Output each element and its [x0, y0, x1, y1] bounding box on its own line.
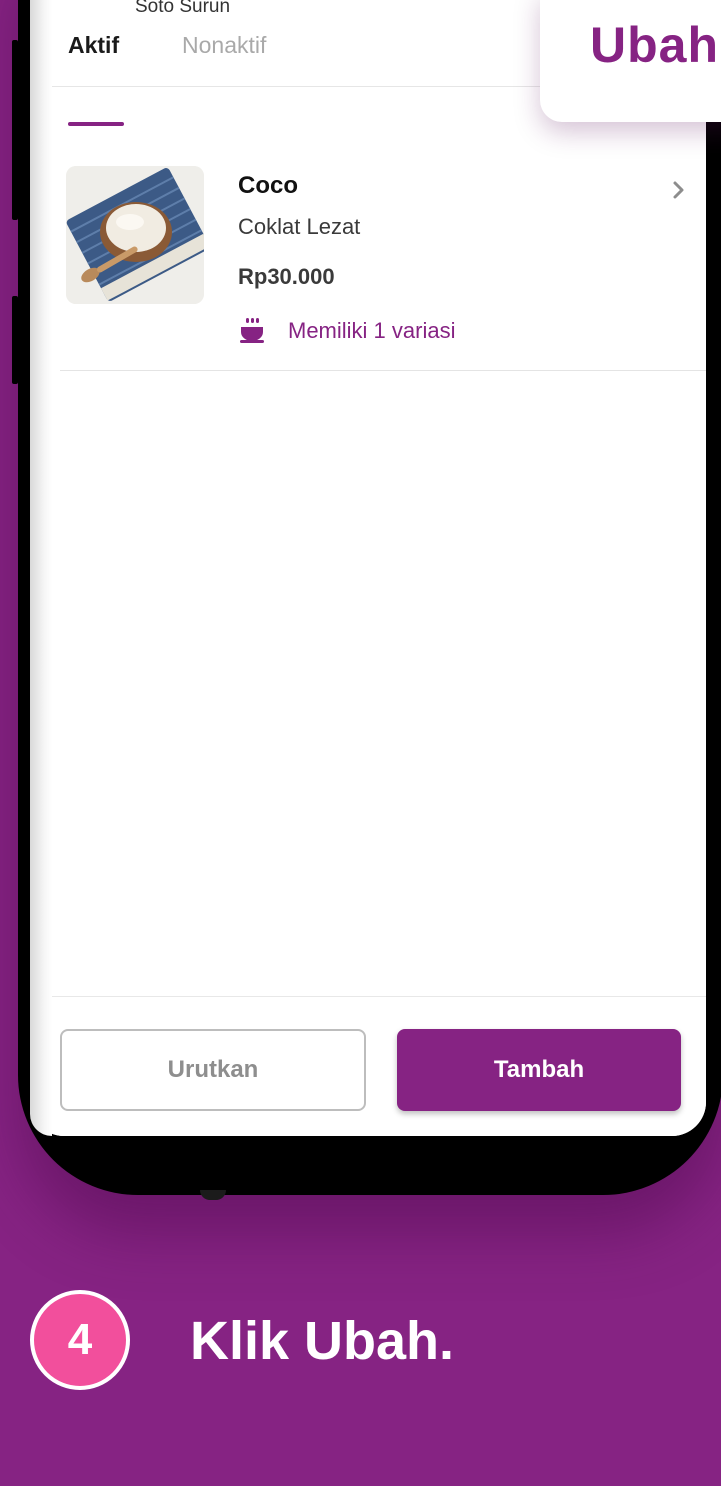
store-subtitle: Soto Surun [135, 0, 231, 17]
ubah-callout-zoom: Ubah [540, 0, 721, 122]
phone-bottom-notch [200, 1190, 226, 1200]
product-price: Rp30.000 [238, 264, 335, 289]
sort-button[interactable]: Urutkan [60, 1029, 366, 1111]
product-description: Coklat Lezat [238, 214, 361, 239]
product-list-item[interactable]: Coco Coklat Lezat Rp30.000 Memiliki 1 va… [60, 156, 706, 371]
tab-nonaktif[interactable]: Nonaktif [182, 32, 266, 59]
step-number-badge: 4 [30, 1290, 130, 1390]
step-instruction: Klik Ubah. [190, 1311, 455, 1371]
add-product-button[interactable]: Tambah [397, 1029, 681, 1111]
bowl-icon [240, 318, 264, 343]
chevron-right-icon [673, 181, 684, 199]
product-name: Coco [238, 172, 298, 199]
bottom-action-bar: Urutkan Tambah [30, 996, 706, 1136]
phone-screen: Soto Surun Aktif Nonaktif Coco Coklat Le… [30, 0, 706, 1136]
variant-count-label: Memiliki 1 variasi [288, 318, 456, 343]
tab-aktif[interactable]: Aktif [68, 32, 119, 59]
phone-side-button [12, 40, 18, 220]
phone-side-button [12, 296, 18, 384]
edit-button-zoomed[interactable]: Ubah [590, 16, 719, 74]
product-image [66, 166, 204, 304]
active-tab-indicator [68, 122, 124, 126]
